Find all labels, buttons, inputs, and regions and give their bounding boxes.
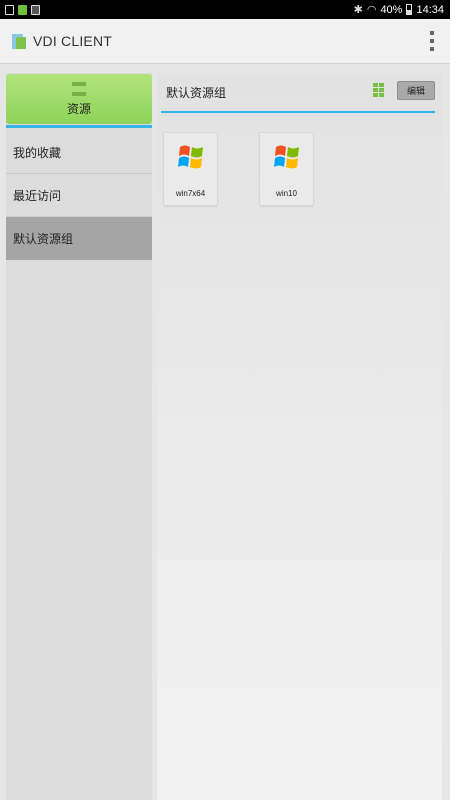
- header-divider: [161, 111, 435, 113]
- notification-icons: [5, 4, 40, 15]
- windows-icon: [178, 145, 203, 169]
- app-title: VDI CLIENT: [33, 33, 113, 49]
- battery-icon: [406, 4, 413, 15]
- resource-tile[interactable]: win10: [259, 132, 314, 206]
- tab-resources[interactable]: 资源: [6, 74, 152, 124]
- windows-icon: [274, 145, 299, 169]
- app-notification-icon: [18, 4, 27, 15]
- app-logo-icon: [12, 33, 27, 50]
- sidebar-item-recent[interactable]: 最近访问: [6, 174, 152, 217]
- grid-view-icon[interactable]: [373, 83, 384, 97]
- system-icons: ✱ ◠ 40% 14:34: [353, 3, 444, 17]
- screenshot-icon: [5, 4, 14, 15]
- resource-tile[interactable]: win7x64: [163, 132, 218, 206]
- resource-panel: 默认资源组 编辑 win7x64 win10: [157, 73, 442, 800]
- resource-name: win7x64: [175, 189, 206, 198]
- battery-percent: 40%: [380, 3, 403, 16]
- clock: 14:34: [416, 3, 444, 16]
- group-title: 默认资源组: [166, 86, 227, 100]
- sidebar-item-favorites[interactable]: 我的收藏: [6, 131, 152, 174]
- bluetooth-icon: ✱: [353, 4, 363, 16]
- stack-icon: [72, 81, 86, 96]
- edit-button[interactable]: 编辑: [397, 81, 435, 100]
- overflow-menu-icon[interactable]: [430, 31, 434, 51]
- gallery-icon: [31, 4, 40, 15]
- sidebar: 资源 我的收藏 最近访问 默认资源组: [6, 73, 152, 800]
- status-bar: ✱ ◠ 40% 14:34: [0, 0, 450, 19]
- wifi-icon: ◠: [366, 4, 377, 16]
- resource-name: win10: [276, 189, 297, 198]
- app-bar: VDI CLIENT: [0, 19, 450, 64]
- tab-indicator: [6, 125, 152, 128]
- tab-resources-label: 资源: [66, 101, 91, 116]
- sidebar-item-default-group[interactable]: 默认资源组: [6, 217, 152, 260]
